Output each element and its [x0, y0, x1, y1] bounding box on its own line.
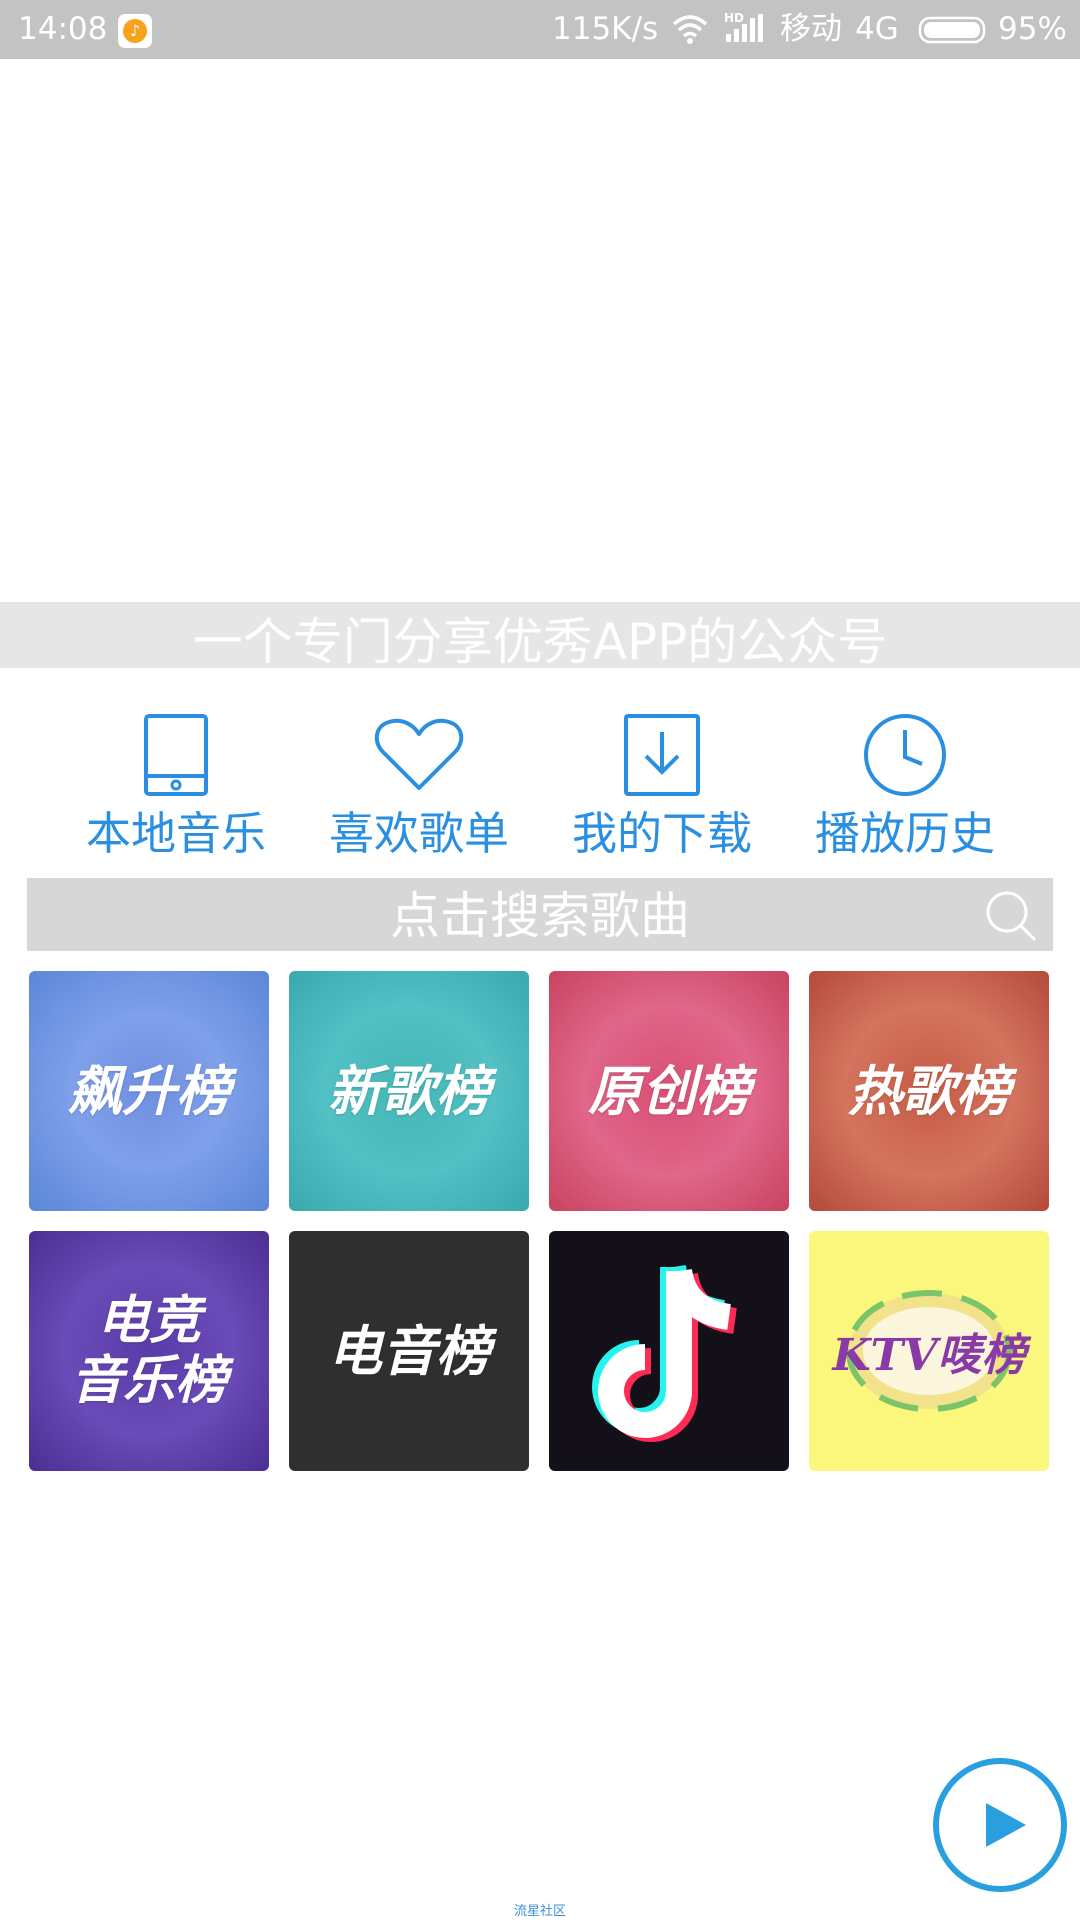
- play-button[interactable]: [932, 1757, 1068, 1893]
- chart-title: 热歌榜: [848, 1059, 1010, 1123]
- downloads-label: 我的下载: [571, 807, 752, 860]
- local-music-label: 本地音乐: [85, 807, 266, 860]
- status-time: 14:08: [18, 11, 108, 47]
- chart-title: 新歌榜: [328, 1059, 490, 1123]
- footer-text: 流星社区: [513, 1904, 566, 1919]
- status-bar: 14:08 ♪ 115K/s HD 移动 4G 95%: [0, 0, 1080, 59]
- music-app-icon: ♪: [118, 14, 152, 48]
- download-icon: [624, 714, 700, 796]
- heart-icon: [374, 718, 464, 790]
- chart-title: 电音榜: [328, 1319, 490, 1383]
- clock-icon: [864, 714, 946, 796]
- chart-tile-original[interactable]: 原创榜: [549, 971, 789, 1211]
- hd-signal-icon: HD: [724, 11, 763, 42]
- battery-level: 95%: [998, 11, 1067, 47]
- banner-caption: 一个专门分享优秀APP的公众号: [0, 602, 1080, 668]
- local-music-button[interactable]: 本地音乐: [66, 712, 286, 862]
- chart-title-line1: 电竞: [96, 1290, 201, 1351]
- wifi-icon: [672, 15, 708, 44]
- tiktok-logo-icon: [592, 1264, 738, 1442]
- chart-tile-hot[interactable]: 热歌榜: [809, 971, 1049, 1211]
- downloads-button[interactable]: 我的下载: [552, 712, 772, 862]
- chart-title: KTV唛榜: [832, 1330, 1026, 1381]
- chart-title: 原创榜: [588, 1059, 750, 1123]
- history-label: 播放历史: [814, 807, 995, 860]
- chart-tile-esports[interactable]: 电竞 音乐榜: [29, 1231, 269, 1471]
- tablet-icon: [144, 714, 208, 796]
- chart-tile-new[interactable]: 新歌榜: [289, 971, 529, 1211]
- chart-title-line2: 音乐榜: [70, 1350, 227, 1411]
- banner-caption-text: 一个专门分享优秀APP的公众号: [192, 613, 888, 668]
- battery-icon: [918, 16, 986, 44]
- favorites-label: 喜欢歌单: [328, 807, 509, 860]
- search-input[interactable]: 点击搜索歌曲: [27, 878, 1053, 951]
- network-speed: 115K/s: [552, 11, 659, 47]
- favorites-button[interactable]: 喜欢歌单: [309, 712, 529, 862]
- network-type: 4G: [855, 11, 899, 47]
- search-icon[interactable]: [983, 888, 1039, 944]
- search-placeholder: 点击搜索歌曲: [390, 887, 690, 945]
- banner-image[interactable]: [0, 59, 1080, 602]
- chart-tile-rising[interactable]: 飙升榜: [29, 971, 269, 1211]
- chart-tile-electronic[interactable]: 电音榜: [289, 1231, 529, 1471]
- history-button[interactable]: 播放历史: [795, 712, 1015, 862]
- chart-tile-tiktok[interactable]: [549, 1231, 789, 1471]
- carrier-name: 移动: [780, 11, 842, 47]
- chart-title: 电竞 音乐榜: [29, 1231, 269, 1471]
- chart-title: 飙升榜: [68, 1059, 230, 1123]
- chart-tile-ktv[interactable]: KTV唛榜: [809, 1231, 1049, 1471]
- svg-text:HD: HD: [724, 11, 744, 25]
